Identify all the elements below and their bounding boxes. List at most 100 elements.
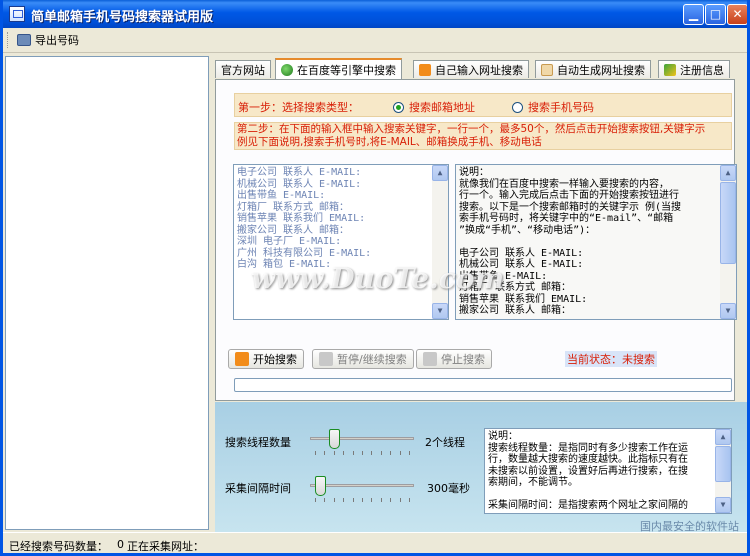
stop-search-button[interactable]: 停止搜索: [416, 349, 492, 369]
keyword-scrollbar[interactable]: ▲ ▼: [432, 165, 448, 319]
maximize-icon: □: [709, 7, 722, 21]
scroll-down-icon[interactable]: ▼: [715, 497, 731, 513]
step2-text-2: 例见下面说明,搜索手机号时,将E-MAIL、邮箱换成手机、移动电话: [237, 136, 542, 148]
text-line: 搜索线程数量：是指同时有多少搜索工作在运: [488, 442, 688, 454]
slider-tick: [362, 498, 363, 502]
slider-tick: [380, 498, 382, 502]
text-line: 灯箱厂 联系方式 邮箱：: [237, 201, 350, 213]
slider-tick: [409, 498, 410, 502]
text-line: 机械公司 联系人 E-MAIL:: [237, 178, 362, 190]
tab-registration[interactable]: 注册信息: [658, 60, 730, 78]
app-icon: [9, 6, 25, 22]
interval-slider-thumb[interactable]: [314, 476, 326, 496]
step1-label: 第一步：选择搜索类型：: [238, 101, 359, 114]
text-line: 未搜索以前设置，设置好后再进行搜索，在搜: [488, 465, 688, 477]
document-icon: [541, 63, 553, 76]
text-line: [488, 489, 728, 501]
pause-icon: [319, 352, 333, 366]
radio-unselected-icon: [512, 101, 523, 113]
minimize-button[interactable]: ▁: [683, 4, 704, 25]
tab-label: 注册信息: [680, 63, 724, 77]
register-icon: [664, 63, 676, 76]
close-icon: ✕: [732, 7, 743, 21]
app-window: 简单邮箱手机号码搜索器试用版 ▁ □ ✕ 导出号码 官方网站 在百度等引擎中搜索…: [0, 0, 750, 556]
threads-slider-thumb[interactable]: [328, 429, 340, 449]
radio-email-label: 搜索邮箱地址: [409, 101, 475, 114]
keyword-lines: 电子公司 联系人 E-MAIL: 机械公司 联系人 E-MAIL: 出售带鱼 E-M…: [237, 167, 445, 271]
slider-tick: [362, 451, 363, 455]
globe-icon: [281, 64, 293, 76]
interval-value: 300毫秒: [427, 482, 470, 495]
slider-tick: [399, 498, 401, 502]
description-scrollbar[interactable]: ▲ ▼: [720, 165, 736, 319]
tab-custom-url[interactable]: 自己输入网址搜索: [413, 60, 529, 78]
slider-tick: [380, 451, 382, 455]
search-panel: 第一步：选择搜索类型： 搜索邮箱地址 搜索手机号码 第二步：在下面的输入框中输入…: [215, 79, 737, 401]
slider-tick: [324, 498, 326, 502]
tab-label: 官方网站: [221, 63, 265, 77]
text-line: 搬家公司 联系人 邮箱：: [459, 305, 572, 316]
text-line: 电子公司 联系人 E-MAIL:: [459, 247, 584, 259]
search-progress-bar: [234, 378, 732, 392]
current-url-label: 正在采集网址：: [127, 540, 204, 553]
slider-tick: [343, 498, 345, 502]
radio-phone[interactable]: 搜索手机号码: [512, 99, 594, 115]
stop-icon: [423, 352, 437, 366]
text-line: 就像我们在百度中搜索一样输入要搜索的内容，: [459, 178, 669, 190]
pause-search-button[interactable]: 暂停/继续搜索: [312, 349, 414, 369]
threads-label: 搜索线程数量: [225, 436, 291, 449]
pause-search-label: 暂停/继续搜索: [337, 353, 407, 366]
watermark-center: www.DuoTe.com: [251, 262, 505, 295]
minimize-icon: ▁: [688, 7, 699, 21]
scroll-up-icon[interactable]: ▲: [432, 165, 448, 181]
tab-label: 在百度等引擎中搜索: [297, 64, 396, 77]
description-box: 说明： 就像我们在百度中搜索一样输入要搜索的内容， 行一个。输入完成后点击下面的开始…: [455, 164, 737, 320]
status-bar: 已经搜索号码数量： 0 正在采集网址：: [3, 532, 747, 553]
title-bar[interactable]: 简单邮箱手机号码搜索器试用版 ▁ □ ✕: [3, 0, 747, 28]
slider-tick: [315, 498, 316, 502]
maximize-button[interactable]: □: [705, 4, 726, 25]
tab-engine-search[interactable]: 在百度等引擎中搜索: [275, 58, 402, 80]
scroll-up-icon[interactable]: ▲: [715, 429, 731, 445]
close-button[interactable]: ✕: [727, 4, 747, 25]
threads-value: 2个线程: [425, 436, 465, 449]
window-title: 简单邮箱手机号码搜索器试用版: [31, 10, 214, 25]
text-line: 行一个。输入完成后点击下面的开始搜索按钮进行: [459, 190, 679, 201]
step2-text-1: 第二步：在下面的输入框中输入搜索关键字，一行一个，最多50个，然后点击开始搜索按…: [237, 123, 706, 135]
export-icon: [17, 34, 31, 46]
rss-icon: [235, 352, 249, 366]
text-line: ”换成“手机”、“移动电话”)：: [459, 224, 596, 236]
slider-tick: [333, 451, 335, 455]
tab-auto-url[interactable]: 自动生成网址搜索: [535, 60, 651, 78]
text-line: [459, 236, 733, 248]
radio-email[interactable]: 搜索邮箱地址: [393, 99, 475, 115]
start-search-button[interactable]: 开始搜索: [228, 349, 304, 369]
text-line: 销售苹果 联系我们 EMAIL:: [459, 293, 588, 305]
scroll-thumb[interactable]: [720, 182, 736, 264]
export-button[interactable]: 导出号码: [17, 31, 79, 49]
text-line: 电子公司 联系人 E-MAIL:: [237, 167, 362, 178]
tab-official-site[interactable]: 官方网站: [215, 60, 271, 78]
toolbar-grip[interactable]: [7, 32, 11, 48]
interval-ticks: [315, 498, 410, 502]
scroll-up-icon[interactable]: ▲: [720, 165, 736, 181]
found-count-value: 0: [117, 538, 124, 551]
keyword-input[interactable]: 电子公司 联系人 E-MAIL: 机械公司 联系人 E-MAIL: 出售带鱼 E-M…: [233, 164, 449, 320]
status-text: 当前状态：未搜索: [565, 351, 657, 367]
threads-slider-track[interactable]: [310, 437, 414, 440]
results-list[interactable]: [5, 56, 209, 530]
scroll-thumb[interactable]: [715, 446, 731, 482]
export-label: 导出号码: [35, 34, 79, 47]
text-line: 搜索。以下是一个搜索邮箱时的关键字示 例(当搜: [459, 201, 682, 213]
stop-search-label: 停止搜索: [441, 353, 485, 366]
scroll-down-icon[interactable]: ▼: [432, 303, 448, 319]
settings-help-scrollbar[interactable]: ▲ ▼: [715, 429, 731, 513]
slider-tick: [409, 451, 410, 455]
found-count-label: 已经搜索号码数量：: [9, 540, 108, 553]
radio-phone-label: 搜索手机号码: [528, 101, 594, 114]
slider-tick: [352, 498, 354, 502]
scroll-down-icon[interactable]: ▼: [720, 303, 736, 319]
text-line: 销售苹果 联系我们 EMAIL:: [237, 213, 366, 224]
slider-tick: [371, 498, 373, 502]
text-line: 广州 科技有限公司 E-MAIL:: [237, 247, 372, 259]
